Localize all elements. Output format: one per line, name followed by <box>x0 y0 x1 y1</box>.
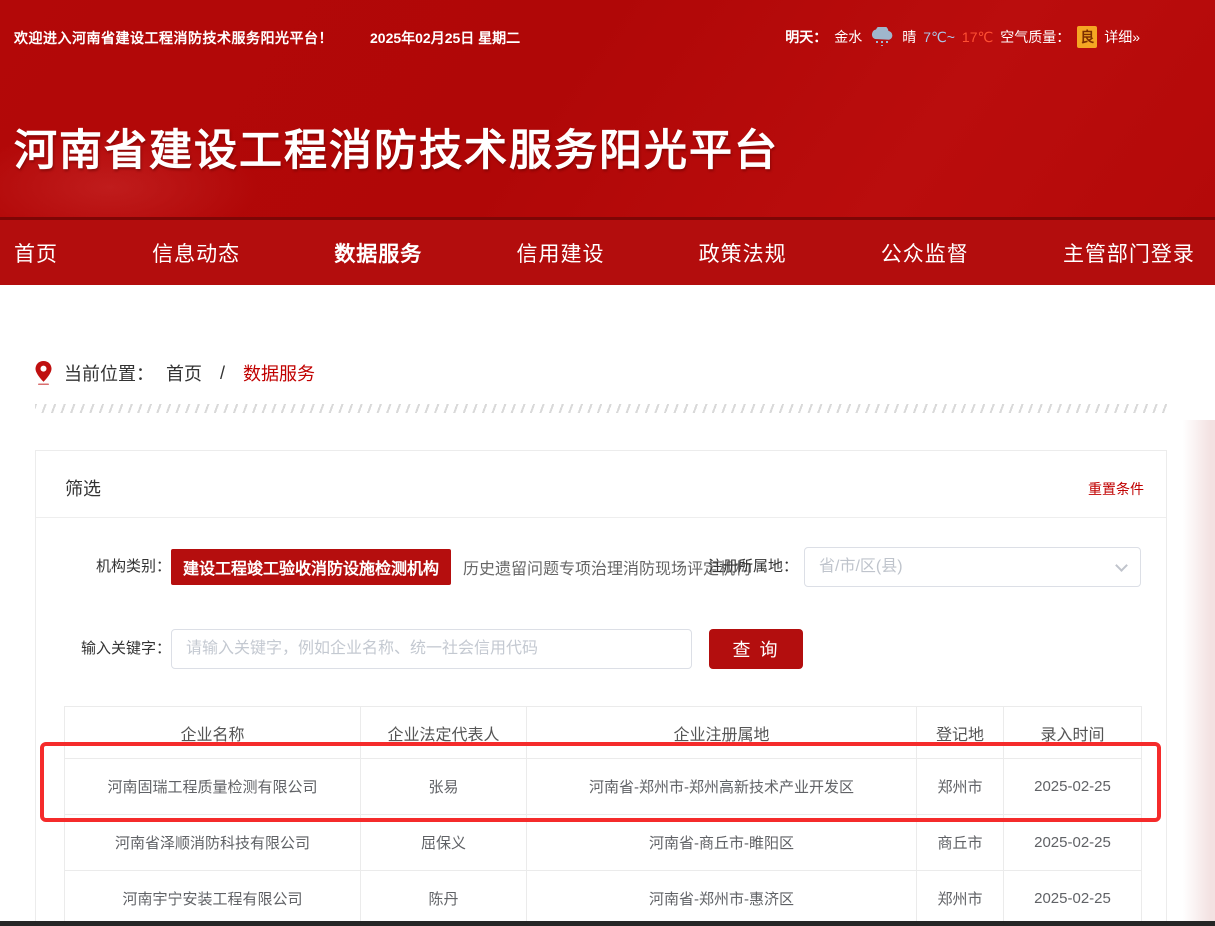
nav-item-信用建设[interactable]: 信用建设 <box>516 238 604 268</box>
breadcrumb-current: 数据服务 <box>243 360 315 386</box>
filter-title: 筛选 <box>65 475 101 501</box>
nav-item-数据服务[interactable]: 数据服务 <box>334 238 422 268</box>
weather-condition: 晴 <box>902 27 916 47</box>
weather-tomorrow-label: 明天： <box>785 27 827 47</box>
table-header-cell: 企业法定代表人 <box>361 707 527 759</box>
filter-row-category: 机构类别： 建设工程竣工验收消防设施检测机构历史遗留问题专项治理消防现场评定机构… <box>36 547 1166 587</box>
breadcrumb-home-link[interactable]: 首页 <box>166 360 202 386</box>
table-cell: 河南宇宁安装工程有限公司 <box>65 871 361 926</box>
table-cell: 陈丹 <box>361 871 527 926</box>
nav-item-首页[interactable]: 首页 <box>14 238 58 268</box>
filter-row-keyword: 输入关键字： 查 询 <box>36 629 1166 669</box>
table-cell: 商丘市 <box>917 815 1004 871</box>
breadcrumb-separator: / <box>220 363 225 384</box>
weather-detail-link[interactable]: 详细» <box>1104 27 1140 47</box>
table-cell: 2025-02-25 <box>1004 815 1142 871</box>
results-table: 企业名称企业法定代表人企业注册属地登记地录入时间 河南固瑞工程质量检测有限公司张… <box>64 706 1142 926</box>
nav-item-主管部门登录[interactable]: 主管部门登录 <box>1063 238 1195 268</box>
category-label: 机构类别： <box>60 547 171 587</box>
filter-card-header: 筛选 重置条件 <box>36 451 1166 518</box>
table-row[interactable]: 河南固瑞工程质量检测有限公司张易河南省-郑州市-郑州高新技术产业开发区郑州市20… <box>65 759 1142 815</box>
category-chip[interactable]: 建设工程竣工验收消防设施检测机构 <box>171 549 451 585</box>
table-header-cell: 录入时间 <box>1004 707 1142 759</box>
region-label: 注册所属地： <box>686 547 798 587</box>
slash-divider <box>35 404 1168 413</box>
category-chips: 建设工程竣工验收消防设施检测机构历史遗留问题专项治理消防现场评定机构 <box>171 547 751 587</box>
table-cell: 河南固瑞工程质量检测有限公司 <box>65 759 361 815</box>
welcome-text: 欢迎进入河南省建设工程消防技术服务阳光平台！ <box>14 28 333 48</box>
nav-item-信息动态[interactable]: 信息动态 <box>152 238 240 268</box>
table-cell: 郑州市 <box>917 871 1004 926</box>
date-text: 2025年02月25日 星期二 <box>370 28 520 48</box>
weather-city: 金水 <box>834 27 862 47</box>
table-cell: 屈保义 <box>361 815 527 871</box>
table-cell: 河南省-郑州市-郑州高新技术产业开发区 <box>527 759 917 815</box>
keyword-label: 输入关键字： <box>60 629 171 669</box>
region-select[interactable]: 省/市/区(县) <box>804 547 1141 587</box>
table-cell: 张易 <box>361 759 527 815</box>
keyword-input[interactable] <box>171 629 692 669</box>
weather-widget: 明天： 金水 晴 7℃~ 17℃ 空气质量： 良 详细» <box>785 26 1140 48</box>
table-row[interactable]: 河南宇宁安装工程有限公司陈丹河南省-郑州市-惠济区郑州市2025-02-25 <box>65 871 1142 926</box>
table-cell: 郑州市 <box>917 759 1004 815</box>
bottom-edge-bar <box>0 921 1215 926</box>
page: 欢迎进入河南省建设工程消防技术服务阳光平台！ 2025年02月25日 星期二 明… <box>0 0 1215 926</box>
table-header-cell: 登记地 <box>917 707 1004 759</box>
nav-item-公众监督[interactable]: 公众监督 <box>881 238 969 268</box>
top-bar: 欢迎进入河南省建设工程消防技术服务阳光平台！ 2025年02月25日 星期二 明… <box>0 0 1215 70</box>
air-quality-label: 空气质量： <box>1000 27 1070 47</box>
table-cell: 2025-02-25 <box>1004 759 1142 815</box>
table-cell: 河南省-郑州市-惠济区 <box>527 871 917 926</box>
table-header-cell: 企业名称 <box>65 707 361 759</box>
table-cell: 河南省-商丘市-睢阳区 <box>527 815 917 871</box>
nav-item-政策法规[interactable]: 政策法规 <box>699 238 787 268</box>
table-cell: 2025-02-25 <box>1004 871 1142 926</box>
region-select-placeholder: 省/市/区(县) <box>819 548 903 586</box>
chevron-down-icon <box>1115 559 1128 572</box>
site-header: 欢迎进入河南省建设工程消防技术服务阳光平台！ 2025年02月25日 星期二 明… <box>0 0 1215 217</box>
table-header-cell: 企业注册属地 <box>527 707 917 759</box>
temp-high: 17℃ <box>962 29 993 46</box>
site-title: 河南省建设工程消防技术服务阳光平台 <box>14 116 779 178</box>
filter-card: 筛选 重置条件 机构类别： 建设工程竣工验收消防设施检测机构历史遗留问题专项治理… <box>35 450 1167 926</box>
right-edge-gradient <box>1183 420 1215 921</box>
cloud-rain-icon <box>869 27 895 47</box>
breadcrumb: 当前位置： 首页 / 数据服务 <box>35 360 315 386</box>
main-nav: 首页 信息动态 数据服务 信用建设 政策法规 公众监督 主管部门登录 <box>0 217 1215 285</box>
reset-filters-link[interactable]: 重置条件 <box>1088 479 1144 499</box>
table-cell: 河南省泽顺消防科技有限公司 <box>65 815 361 871</box>
table-row[interactable]: 河南省泽顺消防科技有限公司屈保义河南省-商丘市-睢阳区商丘市2025-02-25 <box>65 815 1142 871</box>
temp-low: 7℃~ <box>923 29 955 46</box>
search-button[interactable]: 查 询 <box>709 629 803 669</box>
breadcrumb-label: 当前位置： <box>64 360 154 386</box>
location-pin-icon <box>35 361 52 385</box>
air-quality-badge: 良 <box>1077 26 1097 48</box>
